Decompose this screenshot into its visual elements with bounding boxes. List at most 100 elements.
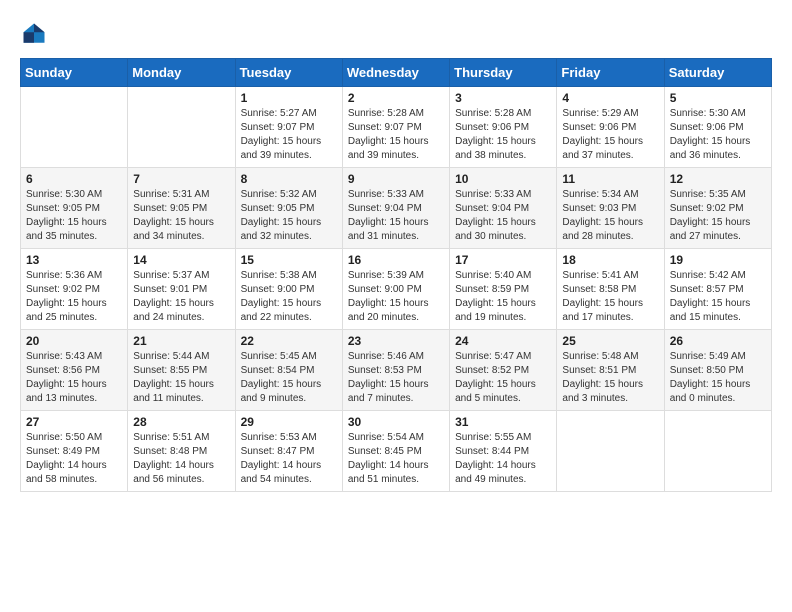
day-info: Sunrise: 5:35 AM Sunset: 9:02 PM Dayligh… [670, 188, 766, 244]
calendar-cell: 29Sunrise: 5:53 AM Sunset: 8:47 PM Dayli… [235, 411, 342, 492]
day-info: Sunrise: 5:37 AM Sunset: 9:01 PM Dayligh… [133, 269, 229, 325]
day-number: 19 [670, 253, 766, 267]
calendar-cell: 19 Sunrise: 5:42 AM Sunset: 8:57 PM Dayli… [664, 249, 771, 330]
calendar-cell: 22 Sunrise: 5:45 AM Sunset: 8:54 PM Dayli… [235, 330, 342, 411]
calendar-week-4: 20 Sunrise: 5:43 AM Sunset: 8:56 PM Dayli… [21, 330, 772, 411]
calendar-cell: 6 Sunrise: 5:30 AM Sunset: 9:05 PM Daylig… [21, 168, 128, 249]
day-info: Sunrise: 5:49 AM Sunset: 8:50 PM Dayligh… [670, 350, 766, 406]
day-info: Sunrise: 5:45 AM Sunset: 8:54 PM Dayligh… [241, 350, 337, 406]
day-number: 20 [26, 334, 122, 348]
calendar-cell: 17 Sunrise: 5:40 AM Sunset: 8:59 PM Dayli… [450, 249, 557, 330]
day-info: Sunrise: 5:30 AM Sunset: 9:06 PM Dayligh… [670, 107, 766, 163]
calendar-cell: 21Sunrise: 5:44 AM Sunset: 8:55 PM Dayli… [128, 330, 235, 411]
page-header [20, 20, 772, 48]
calendar-cell: 23 Sunrise: 5:46 AM Sunset: 8:53 PM Dayli… [342, 330, 449, 411]
day-number: 6 [26, 172, 122, 186]
day-number: 3 [455, 91, 551, 105]
day-info: Sunrise: 5:48 AM Sunset: 8:51 PM Dayligh… [562, 350, 658, 406]
logo-icon [20, 20, 48, 48]
calendar-cell: 1 Sunrise: 5:27 AM Sunset: 9:07 PM Daylig… [235, 87, 342, 168]
day-info: Sunrise: 5:38 AM Sunset: 9:00 PM Dayligh… [241, 269, 337, 325]
day-number: 8 [241, 172, 337, 186]
calendar-cell: 18 Sunrise: 5:41 AM Sunset: 8:58 PM Dayli… [557, 249, 664, 330]
day-number: 27 [26, 415, 122, 429]
day-number: 23 [348, 334, 444, 348]
calendar-cell: 9 Sunrise: 5:33 AM Sunset: 9:04 PM Daylig… [342, 168, 449, 249]
calendar-week-5: 27 Sunrise: 5:50 AM Sunset: 8:49 PM Dayli… [21, 411, 772, 492]
calendar-cell [664, 411, 771, 492]
day-info: Sunrise: 5:50 AM Sunset: 8:49 PM Dayligh… [26, 431, 122, 487]
day-number: 14 [133, 253, 229, 267]
day-info: Sunrise: 5:27 AM Sunset: 9:07 PM Dayligh… [241, 107, 337, 163]
day-info: Sunrise: 5:47 AM Sunset: 8:52 PM Dayligh… [455, 350, 551, 406]
day-number: 12 [670, 172, 766, 186]
calendar-table: SundayMondayTuesdayWednesdayThursdayFrid… [20, 58, 772, 492]
day-number: 31 [455, 415, 551, 429]
weekday-header-tuesday: Tuesday [235, 59, 342, 87]
calendar-cell: 2 Sunrise: 5:28 AM Sunset: 9:07 PM Daylig… [342, 87, 449, 168]
day-number: 17 [455, 253, 551, 267]
calendar-week-2: 6 Sunrise: 5:30 AM Sunset: 9:05 PM Daylig… [21, 168, 772, 249]
day-info: Sunrise: 5:43 AM Sunset: 8:56 PM Dayligh… [26, 350, 122, 406]
calendar-cell: 11Sunrise: 5:34 AM Sunset: 9:03 PM Dayli… [557, 168, 664, 249]
calendar-cell: 3Sunrise: 5:28 AM Sunset: 9:06 PM Daylig… [450, 87, 557, 168]
calendar-cell: 5 Sunrise: 5:30 AM Sunset: 9:06 PM Daylig… [664, 87, 771, 168]
day-info: Sunrise: 5:40 AM Sunset: 8:59 PM Dayligh… [455, 269, 551, 325]
calendar-cell: 10Sunrise: 5:33 AM Sunset: 9:04 PM Dayli… [450, 168, 557, 249]
calendar-cell: 27 Sunrise: 5:50 AM Sunset: 8:49 PM Dayli… [21, 411, 128, 492]
day-number: 16 [348, 253, 444, 267]
day-info: Sunrise: 5:30 AM Sunset: 9:05 PM Dayligh… [26, 188, 122, 244]
day-info: Sunrise: 5:34 AM Sunset: 9:03 PM Dayligh… [562, 188, 658, 244]
calendar-cell: 30 Sunrise: 5:54 AM Sunset: 8:45 PM Dayli… [342, 411, 449, 492]
day-info: Sunrise: 5:54 AM Sunset: 8:45 PM Dayligh… [348, 431, 444, 487]
day-info: Sunrise: 5:51 AM Sunset: 8:48 PM Dayligh… [133, 431, 229, 487]
day-info: Sunrise: 5:29 AM Sunset: 9:06 PM Dayligh… [562, 107, 658, 163]
weekday-header-monday: Monday [128, 59, 235, 87]
day-number: 26 [670, 334, 766, 348]
calendar-cell: 31 Sunrise: 5:55 AM Sunset: 8:44 PM Dayli… [450, 411, 557, 492]
day-info: Sunrise: 5:53 AM Sunset: 8:47 PM Dayligh… [241, 431, 337, 487]
day-number: 7 [133, 172, 229, 186]
calendar-cell: 28Sunrise: 5:51 AM Sunset: 8:48 PM Dayli… [128, 411, 235, 492]
calendar-cell: 13Sunrise: 5:36 AM Sunset: 9:02 PM Dayli… [21, 249, 128, 330]
calendar-cell [128, 87, 235, 168]
calendar-cell: 20 Sunrise: 5:43 AM Sunset: 8:56 PM Dayli… [21, 330, 128, 411]
weekday-header-sunday: Sunday [21, 59, 128, 87]
day-number: 9 [348, 172, 444, 186]
weekday-header-row: SundayMondayTuesdayWednesdayThursdayFrid… [21, 59, 772, 87]
calendar-cell: 7Sunrise: 5:31 AM Sunset: 9:05 PM Daylig… [128, 168, 235, 249]
calendar-cell: 24 Sunrise: 5:47 AM Sunset: 8:52 PM Dayli… [450, 330, 557, 411]
weekday-header-thursday: Thursday [450, 59, 557, 87]
calendar-cell [557, 411, 664, 492]
day-number: 1 [241, 91, 337, 105]
day-number: 24 [455, 334, 551, 348]
day-number: 15 [241, 253, 337, 267]
day-info: Sunrise: 5:32 AM Sunset: 9:05 PM Dayligh… [241, 188, 337, 244]
weekday-header-friday: Friday [557, 59, 664, 87]
day-number: 22 [241, 334, 337, 348]
day-info: Sunrise: 5:44 AM Sunset: 8:55 PM Dayligh… [133, 350, 229, 406]
calendar-cell [21, 87, 128, 168]
day-number: 18 [562, 253, 658, 267]
day-number: 25 [562, 334, 658, 348]
day-info: Sunrise: 5:42 AM Sunset: 8:57 PM Dayligh… [670, 269, 766, 325]
calendar-cell: 25 Sunrise: 5:48 AM Sunset: 8:51 PM Dayli… [557, 330, 664, 411]
day-info: Sunrise: 5:33 AM Sunset: 9:04 PM Dayligh… [348, 188, 444, 244]
calendar-cell: 26 Sunrise: 5:49 AM Sunset: 8:50 PM Dayli… [664, 330, 771, 411]
day-number: 5 [670, 91, 766, 105]
day-info: Sunrise: 5:55 AM Sunset: 8:44 PM Dayligh… [455, 431, 551, 487]
calendar-cell: 8 Sunrise: 5:32 AM Sunset: 9:05 PM Daylig… [235, 168, 342, 249]
day-info: Sunrise: 5:28 AM Sunset: 9:07 PM Dayligh… [348, 107, 444, 163]
day-number: 2 [348, 91, 444, 105]
day-info: Sunrise: 5:46 AM Sunset: 8:53 PM Dayligh… [348, 350, 444, 406]
day-info: Sunrise: 5:41 AM Sunset: 8:58 PM Dayligh… [562, 269, 658, 325]
weekday-header-wednesday: Wednesday [342, 59, 449, 87]
weekday-header-saturday: Saturday [664, 59, 771, 87]
calendar-week-3: 13Sunrise: 5:36 AM Sunset: 9:02 PM Dayli… [21, 249, 772, 330]
day-info: Sunrise: 5:33 AM Sunset: 9:04 PM Dayligh… [455, 188, 551, 244]
calendar-cell: 14 Sunrise: 5:37 AM Sunset: 9:01 PM Dayli… [128, 249, 235, 330]
day-number: 30 [348, 415, 444, 429]
day-info: Sunrise: 5:36 AM Sunset: 9:02 PM Dayligh… [26, 269, 122, 325]
day-number: 4 [562, 91, 658, 105]
calendar-cell: 4 Sunrise: 5:29 AM Sunset: 9:06 PM Daylig… [557, 87, 664, 168]
